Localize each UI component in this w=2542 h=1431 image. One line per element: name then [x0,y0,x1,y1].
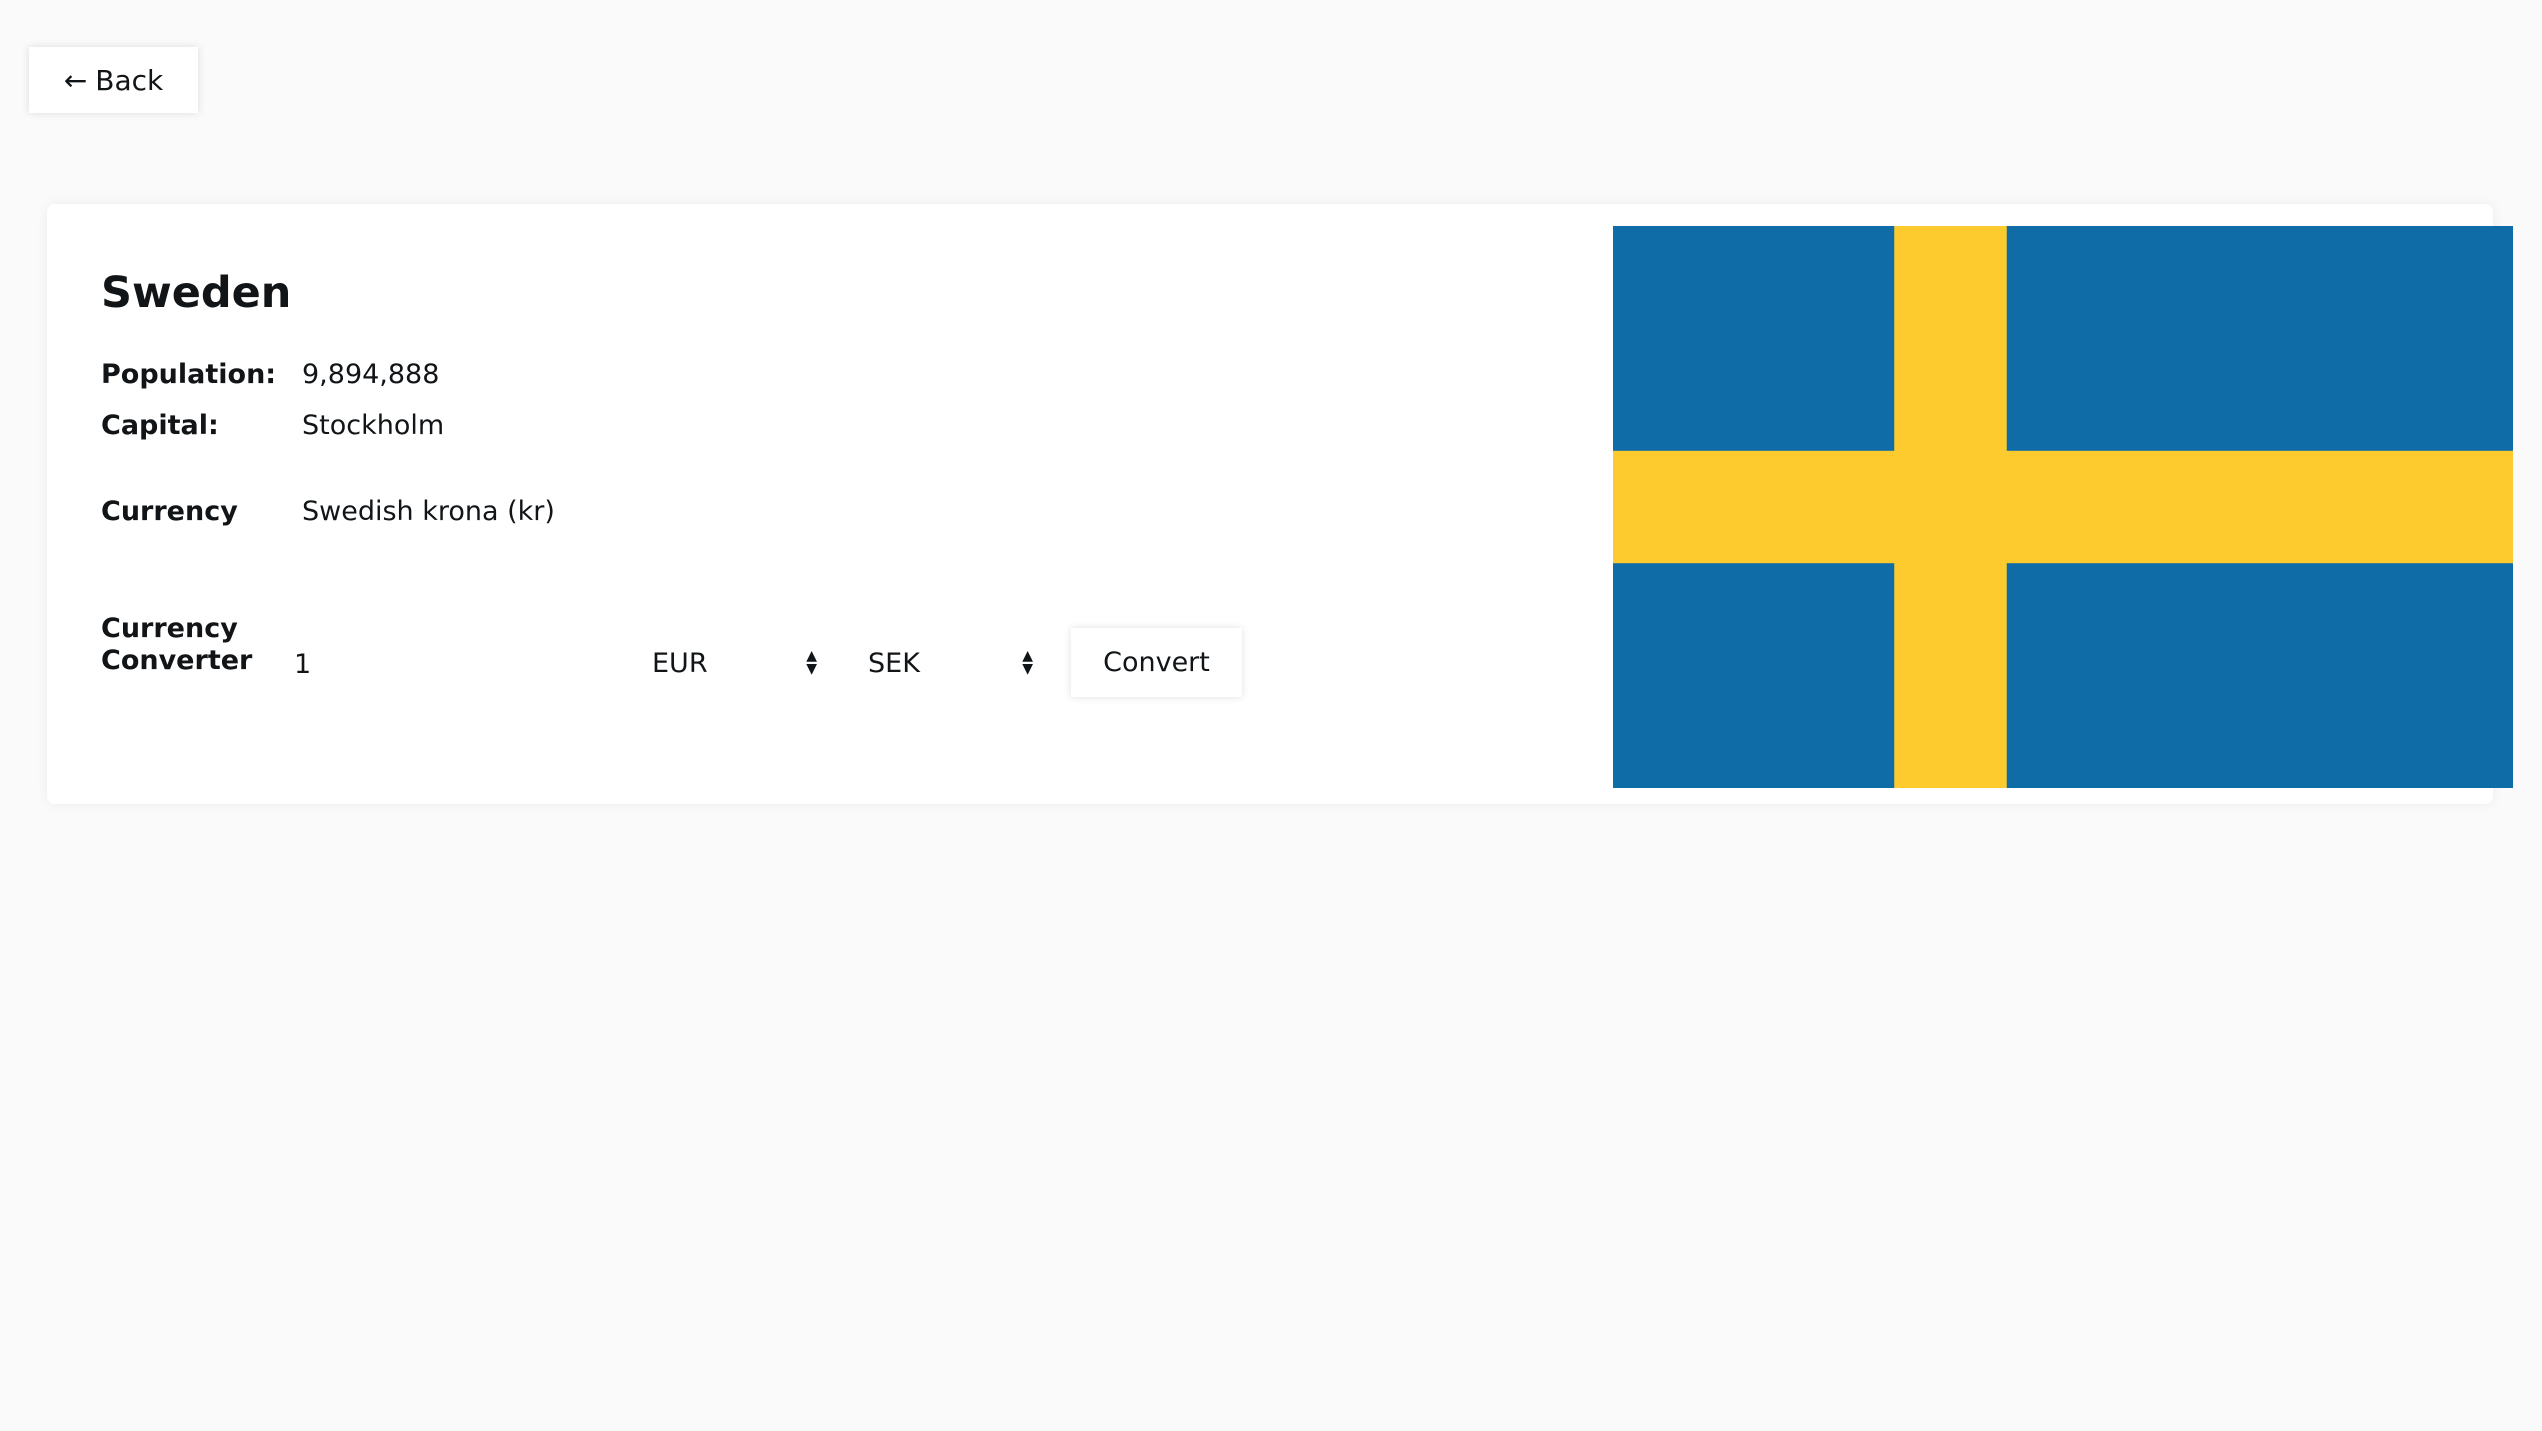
back-button[interactable]: ← Back [29,47,198,113]
convert-button[interactable]: Convert [1071,628,1242,697]
from-currency-value: EUR [652,647,708,679]
capital-label: Capital: [101,410,219,441]
sweden-flag [1613,226,2513,788]
population-value: 9,894,888 [302,359,440,390]
capital-value: Stockholm [302,410,445,441]
to-currency-value: SEK [868,647,920,679]
converter-label-line1: Currency [101,613,238,644]
currency-label: Currency [101,496,238,527]
population-label: Population: [101,359,277,390]
amount-input[interactable] [292,640,616,688]
sort-arrows-icon: ▲ ▼ [806,648,817,677]
country-name: Sweden [101,268,292,318]
from-currency-select[interactable]: EUR ▲ ▼ [652,640,817,686]
arrow-left-icon: ← [63,63,88,97]
flag-horizontal-cross-bar [1613,450,2513,564]
to-currency-select[interactable]: SEK ▲ ▼ [868,640,1033,686]
sort-arrows-icon: ▲ ▼ [1022,648,1033,677]
converter-label-line2: Converter [101,645,253,676]
back-label: Back [95,63,164,97]
currency-value: Swedish krona (kr) [302,496,555,527]
